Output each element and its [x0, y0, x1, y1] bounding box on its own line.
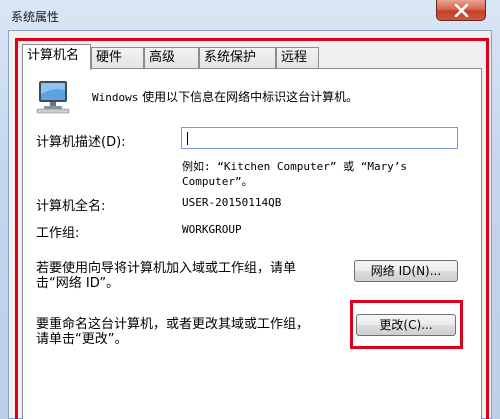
window-frame: 系统属性 计算机名 硬件 高级 系统保护 远程 Windows 使用以下信息在网…: [0, 0, 500, 419]
tab-computer-name[interactable]: 计算机名: [22, 44, 91, 70]
window-title: 系统属性: [11, 10, 60, 24]
title-bar[interactable]: 系统属性: [0, 0, 500, 34]
close-icon: [454, 4, 469, 17]
highlight-outline-change-button: [350, 300, 463, 349]
close-button[interactable]: [436, 0, 486, 21]
tab-label: 计算机名: [27, 48, 80, 63]
highlight-outline-dialog: [15, 38, 489, 419]
